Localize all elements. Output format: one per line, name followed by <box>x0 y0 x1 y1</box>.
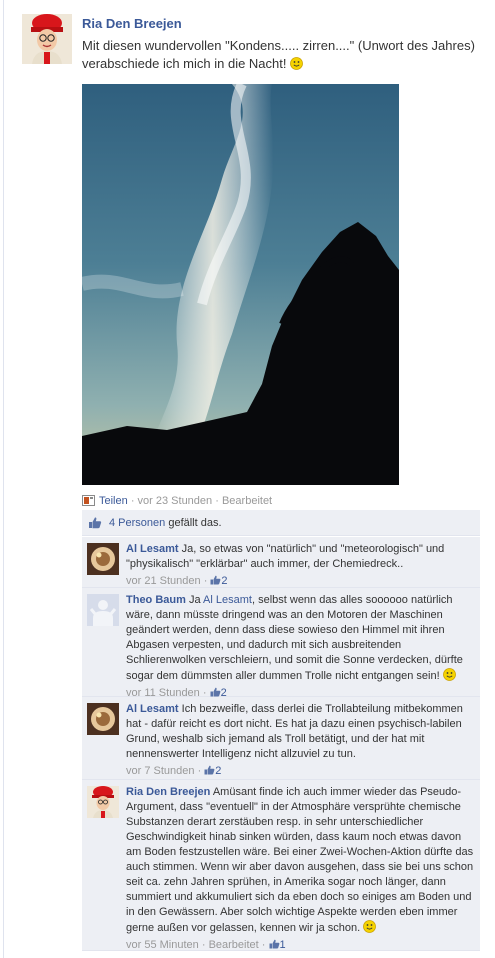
comment-timestamp[interactable]: vor 55 Minuten <box>126 939 199 951</box>
avatar[interactable] <box>87 594 119 626</box>
comment-timestamp[interactable]: vor 7 Stunden <box>126 765 195 777</box>
comment: Al Lesamt Ich bezweifle, dass derlei die… <box>82 697 480 780</box>
comment-body: Ria Den Breejen Amüsant finde ich auch i… <box>126 785 474 953</box>
like-thumb-icon <box>269 939 279 949</box>
likes-summary: 4 Personen gefällt das. <box>82 510 480 536</box>
share-link[interactable]: Teilen <box>99 495 128 507</box>
post-message: Mit diesen wundervollen "Kondens..... zi… <box>82 37 480 73</box>
post-timestamp[interactable]: vor 23 Stunden <box>138 495 213 507</box>
comment: Theo Baum Ja Al Lesamt, selbst wenn das … <box>82 588 480 699</box>
comment-author-link[interactable]: Ria Den Breejen <box>126 786 210 798</box>
likes-count-link[interactable]: 4 Personen <box>109 517 165 529</box>
meta-separator: · <box>215 495 219 507</box>
like-thumb-icon <box>89 517 102 529</box>
like-thumb-icon <box>210 687 221 697</box>
comment-body: Al Lesamt Ja, so etwas von "natürlich" u… <box>126 542 474 589</box>
smiley-icon <box>290 57 304 70</box>
comment: Ria Den Breejen Amüsant finde ich auch i… <box>82 780 480 951</box>
share-icon <box>82 495 95 506</box>
post-photo[interactable] <box>82 84 399 485</box>
post-author-link[interactable]: Ria Den Breejen <box>82 16 482 31</box>
comment-like-count: 2 <box>221 575 228 587</box>
post-meta: Teilen · vor 23 Stunden · Bearbeitet <box>82 495 272 507</box>
comment-likes[interactable]: 2 <box>204 765 221 777</box>
comment-body: Theo Baum Ja Al Lesamt, selbst wenn das … <box>126 593 474 701</box>
comment-text: Amüsant finde ich auch immer wieder das … <box>126 786 474 934</box>
likes-suffix: gefällt das. <box>168 517 222 529</box>
edited-label[interactable]: Bearbeitet <box>209 939 259 951</box>
comment-author-link[interactable]: Theo Baum <box>126 594 186 606</box>
avatar[interactable] <box>87 703 119 735</box>
smiley-icon <box>442 668 456 681</box>
comment-likes[interactable]: 2 <box>210 575 228 587</box>
left-border <box>3 0 4 958</box>
like-thumb-icon <box>210 575 221 585</box>
meta-separator: · <box>197 765 202 777</box>
comment-body: Al Lesamt Ich bezweifle, dass derlei die… <box>126 702 474 779</box>
meta-separator: · <box>201 939 206 951</box>
likes-text: 4 Personen gefällt das. <box>109 517 222 529</box>
comment-text-prefix: Ja <box>188 594 201 606</box>
comment: Al Lesamt Ja, so etwas von "natürlich" u… <box>82 537 480 588</box>
like-thumb-icon <box>204 765 215 775</box>
comment-text: , selbst wenn das alles soooooo natürlic… <box>126 594 463 682</box>
avatar[interactable] <box>22 14 72 64</box>
comment-like-count: 1 <box>279 939 286 951</box>
comment-author-link[interactable]: Al Lesamt <box>126 543 179 555</box>
comment-author-link[interactable]: Al Lesamt <box>126 703 179 715</box>
comment-meta: vor 7 Stunden · 2 <box>126 764 474 779</box>
avatar[interactable] <box>87 786 119 818</box>
mention-link[interactable]: Al Lesamt <box>203 594 252 606</box>
meta-separator: · <box>130 495 135 507</box>
comment-likes[interactable]: 1 <box>269 939 286 951</box>
smiley-icon <box>363 920 377 933</box>
meta-separator: · <box>261 939 266 951</box>
comment-like-count: 2 <box>215 765 222 777</box>
meta-separator: · <box>203 575 208 587</box>
edited-label[interactable]: Bearbeitet <box>222 495 272 507</box>
post-message-text: Mit diesen wundervollen "Kondens..... zi… <box>82 38 475 71</box>
comment-meta: vor 21 Stunden · 2 <box>126 574 474 589</box>
avatar[interactable] <box>87 543 119 575</box>
comment-timestamp[interactable]: vor 21 Stunden <box>126 575 201 587</box>
comment-meta: vor 55 Minuten · Bearbeitet · 1 <box>126 938 474 953</box>
